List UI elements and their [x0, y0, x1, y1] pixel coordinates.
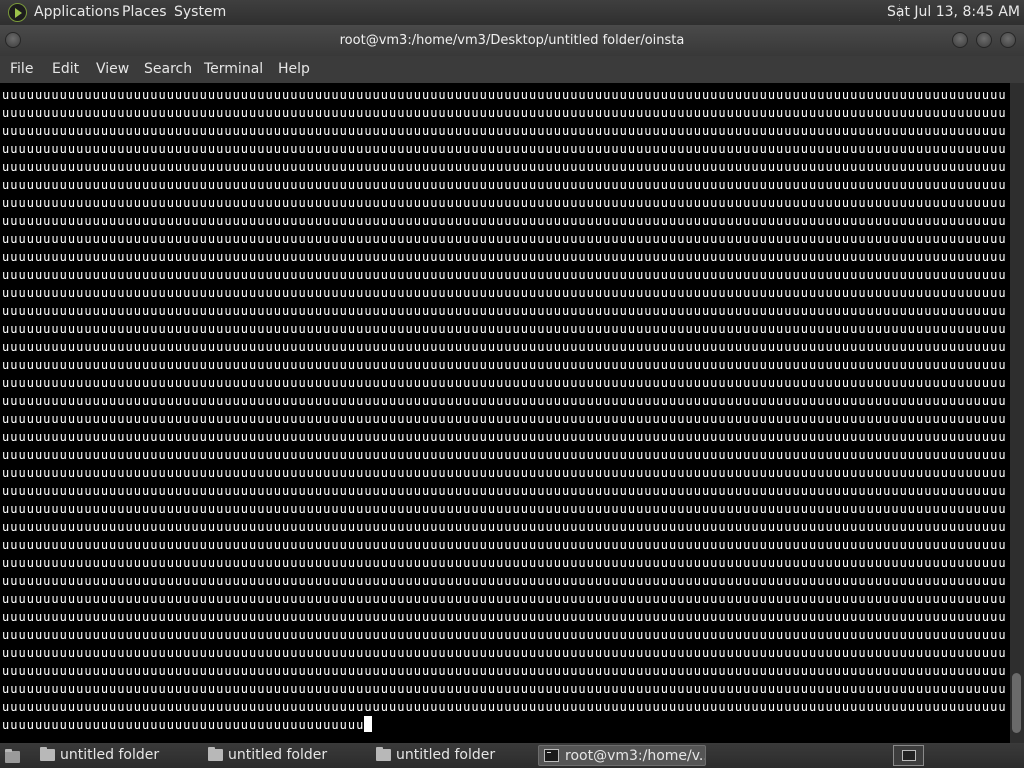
- terminal-line: uuuuuuuuuuuuuuuuuuuuuuuuuuuuuuuuuuuuuuuu…: [2, 448, 1007, 462]
- terminal-line: uuuuuuuuuuuuuuuuuuuuuuuuuuuuuuuuuuuuuuuu…: [2, 376, 1007, 390]
- system-menu[interactable]: System: [174, 0, 226, 25]
- applications-menu[interactable]: Applications: [34, 0, 120, 25]
- taskbar-button[interactable]: untitled folder: [370, 745, 534, 766]
- minimize-button[interactable]: [952, 32, 968, 48]
- terminal-line: uuuuuuuuuuuuuuuuuuuuuuuuuuuuuuuuuuuuuuuu…: [2, 142, 1007, 156]
- top-panel: Applications Places System Sat Jul 13, 8…: [0, 0, 1024, 25]
- terminal-line: uuuuuuuuuuuuuuuuuuuuuuuuuuuuuuuuuuuuuuuu…: [2, 610, 1007, 624]
- applications-logo-icon[interactable]: [8, 3, 27, 22]
- taskbar-button[interactable]: untitled folder: [34, 745, 198, 766]
- maximize-button[interactable]: [976, 32, 992, 48]
- menu-view[interactable]: View: [96, 56, 129, 83]
- terminal-line: uuuuuuuuuuuuuuuuuuuuuuuuuuuuuuuuuuuuuuuu…: [2, 106, 1007, 120]
- scrollbar-thumb[interactable]: [1012, 673, 1021, 733]
- window-titlebar[interactable]: root@vm3:/home/vm3/Desktop/untitled fold…: [0, 25, 1024, 56]
- terminal-window: root@vm3:/home/vm3/Desktop/untitled fold…: [0, 25, 1024, 743]
- terminal-line: uuuuuuuuuuuuuuuuuuuuuuuuuuuuuuuuuuuuuuuu…: [2, 592, 1007, 606]
- taskbar-button[interactable]: root@vm3:/home/v...: [538, 745, 706, 766]
- terminal-output[interactable]: uuuuuuuuuuuuuuuuuuuuuuuuuuuuuuuuuuuuuuuu…: [0, 83, 1010, 743]
- terminal-line: uuuuuuuuuuuuuuuuuuuuuuuuuuuuuuuuuuuuuuuu…: [2, 466, 1007, 480]
- terminal-line: uuuuuuuuuuuuuuuuuuuuuuuuuuuuuuuuuuuuuuuu…: [2, 430, 1007, 444]
- menu-terminal[interactable]: Terminal: [204, 56, 263, 83]
- terminal-line: uuuuuuuuuuuuuuuuuuuuuuuuuuuuuuuuuuuuuuuu…: [2, 214, 1007, 228]
- terminal-line: uuuuuuuuuuuuuuuuuuuuuuuuuuuuuuuuuuuuuuuu…: [2, 628, 1007, 642]
- menu-search[interactable]: Search: [144, 56, 192, 83]
- folder-icon: [376, 747, 391, 761]
- terminal-icon: [544, 749, 559, 762]
- terminal-line: uuuuuuuuuuuuuuuuuuuuuuuuuuuuuuuuuuuuuuuu…: [2, 646, 1007, 660]
- show-desktop-icon[interactable]: [2, 746, 22, 765]
- terminal-prompt-line: uuuuuuuuuuuuuuuuuuuuuuuuuuuuuuuuuuuuuuuu…: [2, 716, 373, 734]
- terminal-line: uuuuuuuuuuuuuuuuuuuuuuuuuuuuuuuuuuuuuuuu…: [2, 250, 1007, 264]
- terminal-line: uuuuuuuuuuuuuuuuuuuuuuuuuuuuuuuuuuuuuuuu…: [2, 232, 1007, 246]
- terminal-line: uuuuuuuuuuuuuuuuuuuuuuuuuuuuuuuuuuuuuuuu…: [2, 340, 1007, 354]
- terminal-line: uuuuuuuuuuuuuuuuuuuuuuuuuuuuuuuuuuuuuuuu…: [2, 502, 1007, 516]
- terminal-line: uuuuuuuuuuuuuuuuuuuuuuuuuuuuuuuuuuuuuuuu…: [2, 160, 1007, 174]
- terminal-line: uuuuuuuuuuuuuuuuuuuuuuuuuuuuuuuuuuuuuuuu…: [2, 700, 1007, 714]
- terminal-line: uuuuuuuuuuuuuuuuuuuuuuuuuuuuuuuuuuuuuuuu…: [2, 124, 1007, 138]
- terminal-line: uuuuuuuuuuuuuuuuuuuuuuuuuuuuuuuuuuuuuuuu…: [2, 556, 1007, 570]
- terminal-line: uuuuuuuuuuuuuuuuuuuuuuuuuuuuuuuuuuuuuuuu…: [2, 412, 1007, 426]
- taskbar-button-label: untitled folder: [228, 747, 328, 763]
- terminal-line: uuuuuuuuuuuuuuuuuuuuuuuuuuuuuuuuuuuuuuuu…: [2, 664, 1007, 678]
- terminal-line: uuuuuuuuuuuuuuuuuuuuuuuuuuuuuuuuuuuuuuuu…: [2, 304, 1007, 318]
- terminal-line: uuuuuuuuuuuuuuuuuuuuuuuuuuuuuuuuuuuuuuuu…: [2, 322, 1007, 336]
- clock[interactable]: Sat Jul 13, 8:45 AM: [887, 0, 1020, 25]
- terminal-cursor: [364, 716, 373, 732]
- terminal-line: uuuuuuuuuuuuuuuuuuuuuuuuuuuuuuuuuuuuuuuu…: [2, 682, 1007, 696]
- terminal-line: uuuuuuuuuuuuuuuuuuuuuuuuuuuuuuuuuuuuuuuu…: [2, 520, 1007, 534]
- close-button[interactable]: [1000, 32, 1016, 48]
- terminal-last-line-text: uuuuuuuuuuuuuuuuuuuuuuuuuuuuuuuuuuuuuuuu…: [2, 718, 365, 732]
- window-title: root@vm3:/home/vm3/Desktop/untitled fold…: [339, 33, 685, 48]
- terminal-line: uuuuuuuuuuuuuuuuuuuuuuuuuuuuuuuuuuuuuuuu…: [2, 574, 1007, 588]
- terminal-line: uuuuuuuuuuuuuuuuuuuuuuuuuuuuuuuuuuuuuuuu…: [2, 394, 1007, 408]
- terminal-line: uuuuuuuuuuuuuuuuuuuuuuuuuuuuuuuuuuuuuuuu…: [2, 88, 1007, 102]
- folder-icon: [40, 747, 55, 761]
- menu-help[interactable]: Help: [278, 56, 310, 83]
- taskbar-button-label: untitled folder: [60, 747, 160, 763]
- terminal-line: uuuuuuuuuuuuuuuuuuuuuuuuuuuuuuuuuuuuuuuu…: [2, 178, 1007, 192]
- taskbar-button[interactable]: untitled folder: [202, 745, 366, 766]
- terminal-line: uuuuuuuuuuuuuuuuuuuuuuuuuuuuuuuuuuuuuuuu…: [2, 358, 1007, 372]
- menu-file[interactable]: File: [10, 56, 33, 83]
- terminal-line: uuuuuuuuuuuuuuuuuuuuuuuuuuuuuuuuuuuuuuuu…: [2, 538, 1007, 552]
- terminal-line: uuuuuuuuuuuuuuuuuuuuuuuuuuuuuuuuuuuuuuuu…: [2, 286, 1007, 300]
- terminal-line: uuuuuuuuuuuuuuuuuuuuuuuuuuuuuuuuuuuuuuuu…: [2, 268, 1007, 282]
- terminal-line: uuuuuuuuuuuuuuuuuuuuuuuuuuuuuuuuuuuuuuuu…: [2, 484, 1007, 498]
- taskbar-button-label: root@vm3:/home/v...: [565, 748, 706, 764]
- folder-icon: [208, 747, 223, 761]
- taskbar-button-label: untitled folder: [396, 747, 496, 763]
- terminal-menubar: File Edit View Search Terminal Help: [0, 56, 1024, 83]
- workspace-window-icon: [902, 750, 916, 761]
- workspace-switcher[interactable]: [893, 745, 924, 766]
- menu-edit[interactable]: Edit: [52, 56, 79, 83]
- terminal-line: uuuuuuuuuuuuuuuuuuuuuuuuuuuuuuuuuuuuuuuu…: [2, 196, 1007, 210]
- terminal-scrollbar[interactable]: [1010, 83, 1024, 743]
- places-menu[interactable]: Places: [122, 0, 167, 25]
